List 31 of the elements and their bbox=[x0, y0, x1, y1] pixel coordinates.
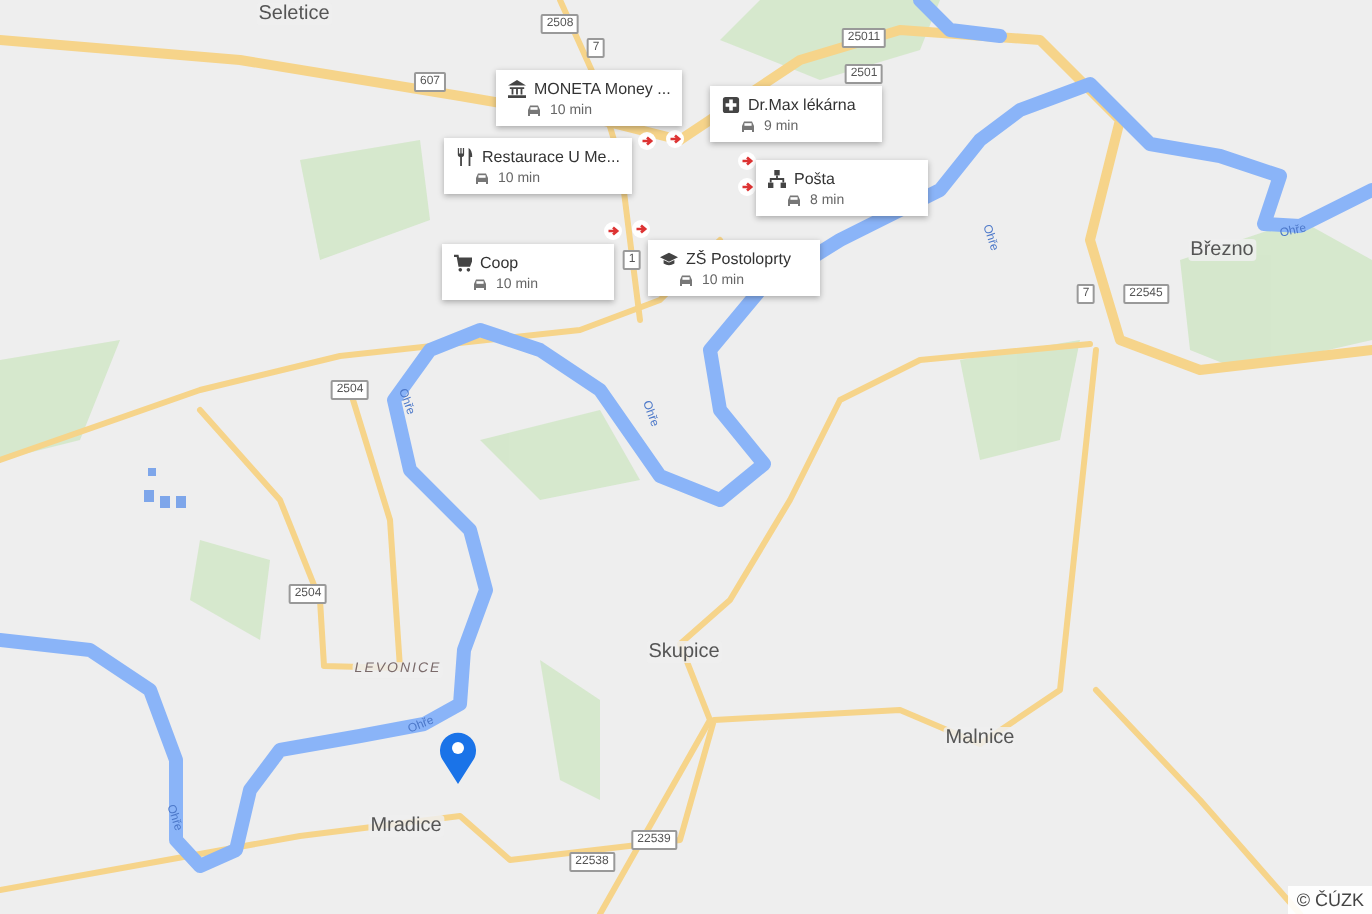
place-name: MONETA Money ... bbox=[534, 80, 671, 98]
direction-marker-icon[interactable] bbox=[604, 222, 622, 240]
location-pin-icon[interactable] bbox=[438, 730, 478, 784]
fork-knife-icon bbox=[456, 148, 474, 166]
bank-icon bbox=[508, 80, 526, 98]
car-icon bbox=[786, 194, 802, 208]
place-label: Malnice bbox=[943, 727, 1017, 749]
direction-marker-icon[interactable] bbox=[666, 130, 684, 148]
car-icon bbox=[474, 172, 490, 186]
place-name: Coop bbox=[480, 254, 519, 272]
plus-icon bbox=[722, 96, 740, 114]
car-icon bbox=[678, 274, 694, 288]
place-name: Dr.Max lékárna bbox=[748, 96, 856, 114]
network-icon bbox=[768, 170, 786, 188]
place-name: ZŠ Postoloprty bbox=[686, 250, 791, 268]
map-attribution: © ČÚZK bbox=[1288, 886, 1372, 914]
place-name: Pošta bbox=[794, 170, 835, 188]
place-label: Březno bbox=[1188, 239, 1256, 261]
car-icon bbox=[526, 104, 542, 118]
cart-icon bbox=[454, 254, 472, 272]
place-label: Seletice bbox=[256, 3, 332, 25]
direction-marker-icon[interactable] bbox=[738, 178, 756, 196]
car-icon bbox=[740, 120, 756, 134]
direction-marker-icon[interactable] bbox=[738, 152, 756, 170]
graduation-cap-icon bbox=[660, 250, 678, 268]
direction-marker-icon[interactable] bbox=[638, 132, 656, 150]
place-label: Mradice bbox=[368, 815, 444, 837]
direction-marker-icon[interactable] bbox=[632, 220, 650, 238]
place-name: Restaurace U Me... bbox=[482, 148, 620, 166]
car-icon bbox=[472, 278, 488, 292]
place-label: Skupice bbox=[646, 641, 722, 663]
